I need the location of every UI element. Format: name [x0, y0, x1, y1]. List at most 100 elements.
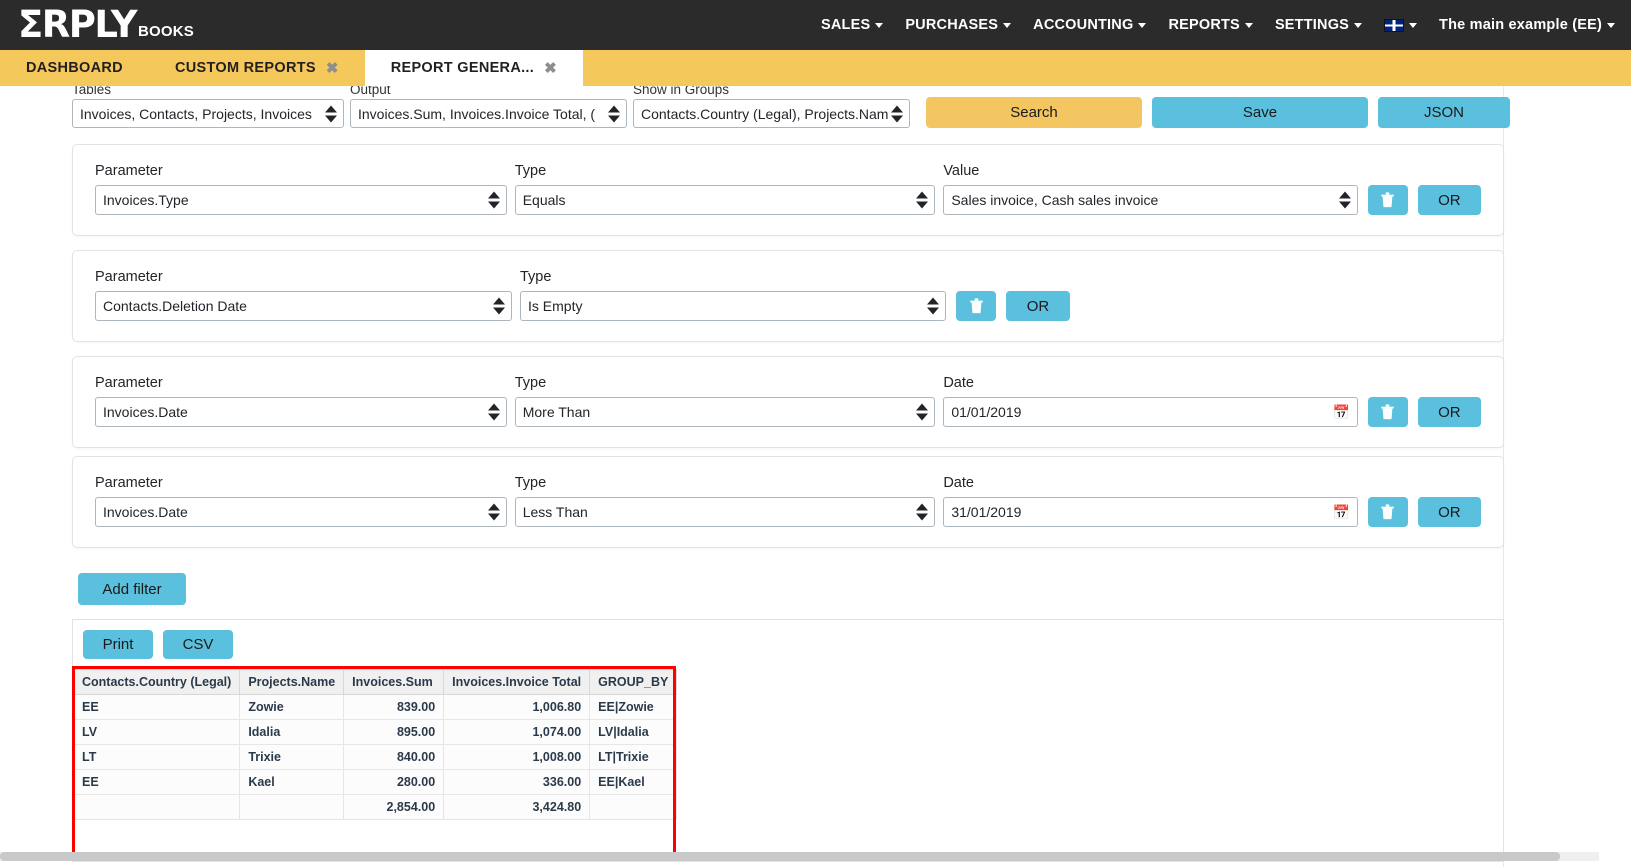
nav-label-sales: SALES [820, 17, 871, 33]
filter-3-parameter-select[interactable]: Invoices.Date [95, 397, 507, 427]
account-menu[interactable]: The main example (EE) [1439, 17, 1615, 33]
output-select[interactable]: Invoices.Sum, Invoices.Invoice Total, ( [350, 99, 627, 128]
close-icon[interactable]: ✖ [326, 61, 339, 76]
nav-label-accounting: ACCOUNTING [1033, 17, 1134, 33]
filter-4-date-field: Date 31/01/2019 📅 [943, 475, 1359, 527]
tables-label: Tables [72, 86, 112, 97]
spinner-icon [608, 105, 620, 122]
query-controls-row: Tables Invoices, Contacts, Projects, Inv… [72, 86, 1510, 128]
filter-3-type-label: Type [514, 375, 547, 391]
filter-4-type-select[interactable]: Less Than [514, 497, 936, 527]
spinner-icon [487, 403, 500, 421]
chevron-down-icon [1409, 22, 1418, 28]
spinner-icon [487, 191, 500, 209]
filter-1-delete-button[interactable] [1368, 185, 1408, 215]
csv-button[interactable]: CSV [163, 630, 233, 659]
filter-1-value-label: Value [943, 163, 980, 179]
spinner-icon [891, 105, 903, 122]
brand-mark: ΣRPLY [18, 3, 138, 46]
spinner-icon [916, 503, 929, 521]
filter-1-type-select[interactable]: Equals [514, 185, 936, 215]
groups-label: Show in Groups [633, 86, 730, 97]
print-button[interactable]: Print [83, 630, 153, 659]
spinner-icon [1339, 191, 1352, 209]
groups-control: Show in Groups Contacts.Country (Legal),… [633, 86, 910, 128]
groups-select[interactable]: Contacts.Country (Legal), Projects.Nam [633, 99, 910, 128]
filter-2-type-select[interactable]: Is Empty [520, 291, 946, 321]
filter-3-parameter-field: Parameter Invoices.Date [95, 375, 507, 427]
spinner-icon [916, 191, 929, 209]
tab-label-dashboard: DASHBOARD [26, 60, 123, 76]
trash-icon [1381, 192, 1395, 208]
brand-subtitle: BOOKS [138, 23, 195, 40]
filter-2-type-value: Is Empty [528, 298, 583, 314]
trash-icon [1381, 504, 1395, 520]
filter-2-type-label: Type [520, 269, 552, 285]
filter-1-or-button[interactable]: OR [1417, 185, 1481, 215]
search-button[interactable]: Search [926, 97, 1142, 128]
filter-2-parameter-select[interactable]: Contacts.Deletion Date [95, 291, 512, 321]
filter-4-parameter-field: Parameter Invoices.Date [95, 475, 507, 527]
nav-label-purchases: PURCHASES [905, 17, 999, 33]
chevron-down-icon [1003, 22, 1012, 28]
nav-label-reports: REPORTS [1168, 17, 1240, 33]
filter-4-type-field: Type Less Than [514, 475, 936, 527]
filter-1-value-select[interactable]: Sales invoice, Cash sales invoice [943, 185, 1359, 215]
calendar-icon[interactable]: 📅 [1333, 505, 1350, 519]
filter-1-parameter-field: Parameter Invoices.Type [95, 163, 507, 215]
nav-item-purchases[interactable]: PURCHASES [905, 17, 1012, 33]
tab-dashboard[interactable]: DASHBOARD [0, 50, 149, 86]
top-menu: SALES PURCHASES ACCOUNTING REPORTS SETTI… [821, 17, 1631, 33]
tab-custom-reports[interactable]: CUSTOM REPORTS ✖ [149, 50, 365, 86]
filter-4-parameter-select[interactable]: Invoices.Date [95, 497, 507, 527]
filter-1-value-field: Value Sales invoice, Cash sales invoice [943, 163, 1359, 215]
chevron-down-icon [1607, 22, 1615, 28]
filter-1-value-value: Sales invoice, Cash sales invoice [951, 192, 1159, 208]
save-button[interactable]: Save [1152, 97, 1368, 128]
chevron-down-icon [875, 22, 884, 28]
close-icon[interactable]: ✖ [544, 61, 557, 76]
filter-3-or-button[interactable]: OR [1417, 397, 1481, 427]
nav-item-sales[interactable]: SALES [820, 17, 884, 33]
filter-2-parameter-field: Parameter Contacts.Deletion Date [95, 269, 512, 321]
calendar-icon[interactable]: 📅 [1333, 405, 1350, 419]
language-selector[interactable] [1384, 18, 1418, 32]
nav-item-reports[interactable]: REPORTS [1168, 17, 1253, 33]
add-filter-button[interactable]: Add filter [78, 573, 186, 605]
spinner-icon [916, 403, 929, 421]
tables-select[interactable]: Invoices, Contacts, Projects, Invoices [72, 99, 344, 128]
filter-3-date-input[interactable]: 01/01/2019 📅 [943, 397, 1359, 427]
top-navigation-bar: ΣRPLY BOOKS SALES PURCHASES ACCOUNTING R… [0, 0, 1631, 50]
filter-3-type-select[interactable]: More Than [514, 397, 936, 427]
filter-2-delete-button[interactable] [956, 291, 996, 321]
filter-2-parameter-value: Contacts.Deletion Date [103, 298, 247, 314]
filter-1-type-field: Type Equals [514, 163, 936, 215]
filter-1-parameter-select[interactable]: Invoices.Type [95, 185, 507, 215]
filter-4-date-input[interactable]: 31/01/2019 📅 [943, 497, 1359, 527]
account-label: The main example (EE) [1439, 17, 1602, 33]
json-button[interactable]: JSON [1378, 97, 1510, 128]
filter-4-delete-button[interactable] [1368, 497, 1408, 527]
nav-item-accounting[interactable]: ACCOUNTING [1033, 17, 1147, 33]
nav-item-settings[interactable]: SETTINGS [1275, 17, 1363, 33]
filter-1-type-label: Type [514, 163, 547, 179]
horizontal-scrollbar-thumb[interactable] [0, 852, 1560, 861]
filter-3-delete-button[interactable] [1368, 397, 1408, 427]
spinner-icon [493, 297, 505, 315]
filter-3-parameter-label: Parameter [95, 375, 163, 391]
horizontal-scrollbar[interactable] [0, 852, 1599, 861]
results-toolbar: Print CSV [73, 620, 1503, 669]
filter-4-type-value: Less Than [522, 504, 588, 520]
filter-4-or-button[interactable]: OR [1417, 497, 1481, 527]
tab-report-generator[interactable]: REPORT GENERA... ✖ [364, 50, 583, 86]
output-label: Output [350, 86, 391, 97]
filter-2-or-button[interactable]: OR [1006, 291, 1070, 321]
filter-panel-3: Parameter Invoices.Date Type More Than D… [72, 356, 1504, 448]
filter-panel-2: Parameter Contacts.Deletion Date Type Is… [72, 250, 1504, 342]
chevron-down-icon [1244, 22, 1253, 28]
page-content: Tables Invoices, Contacts, Projects, Inv… [0, 86, 1631, 867]
groups-select-value: Contacts.Country (Legal), Projects.Nam [641, 105, 889, 122]
filter-1-parameter-label: Parameter [95, 163, 163, 179]
filter-1-type-value: Equals [522, 192, 566, 208]
erply-books-logo[interactable]: ΣRPLY BOOKS [18, 3, 195, 46]
